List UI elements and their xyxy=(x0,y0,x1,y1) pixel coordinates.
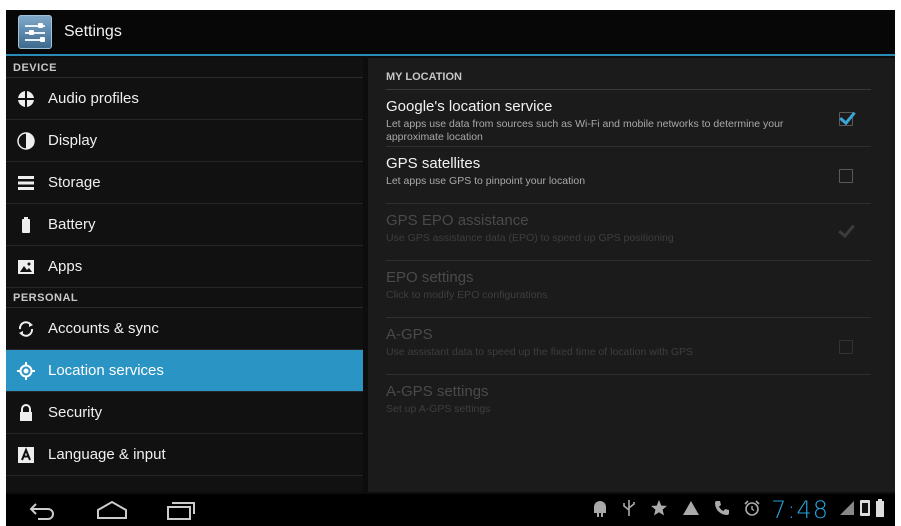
sidebar-item-label: Storage xyxy=(48,174,101,191)
sidebar-item-label: Location services xyxy=(48,362,164,379)
pref-a-gps: A-GPS Use assistant data to speed up the… xyxy=(386,318,871,375)
sidebar-item-display[interactable]: Display xyxy=(6,120,363,162)
sidebar-item-label: Audio profiles xyxy=(48,90,139,107)
sidebar-item-language-input[interactable]: Language & input xyxy=(6,434,363,476)
gps-epo-checkbox xyxy=(839,226,853,240)
settings-app-icon[interactable] xyxy=(18,15,52,49)
pref-summary: Use GPS assistance data (EPO) to speed u… xyxy=(386,232,674,244)
sidebar-item-label: Display xyxy=(48,132,98,149)
apps-icon xyxy=(16,257,36,277)
sidebar-item-storage[interactable]: Storage xyxy=(6,162,363,204)
sidebar-item-label: Language & input xyxy=(48,446,166,463)
sidebar-item-audio-profiles[interactable]: Audio profiles xyxy=(6,78,363,120)
sidebar-item-label: Accounts & sync xyxy=(48,320,159,337)
pref-title: EPO settings xyxy=(386,269,474,286)
pref-summary: Set up A-GPS settings xyxy=(386,403,491,415)
location-icon xyxy=(16,361,36,381)
battery-icon xyxy=(16,215,36,235)
audio-profiles-icon xyxy=(16,89,36,109)
pref-gps-epo-assistance: GPS EPO assistance Use GPS assistance da… xyxy=(386,204,871,261)
sync-icon xyxy=(16,319,36,339)
star-icon xyxy=(650,499,668,522)
language-icon xyxy=(16,445,36,465)
pref-a-gps-settings: A-GPS settings Set up A-GPS settings xyxy=(386,375,871,432)
location-settings-panel: MY LOCATION Google's location service Le… xyxy=(368,58,895,492)
action-bar: Settings xyxy=(6,10,895,56)
category-header-my-location: MY LOCATION xyxy=(386,64,871,90)
app-title: Settings xyxy=(64,23,122,40)
pref-summary: Use assistant data to speed up the fixed… xyxy=(386,346,694,358)
pref-gps-satellites[interactable]: GPS satellites Let apps use GPS to pinpo… xyxy=(386,147,871,204)
phone-call-icon xyxy=(714,500,730,521)
section-header-device: DEVICE xyxy=(6,58,363,78)
status-clock: 7:48 xyxy=(771,496,829,524)
warning-icon xyxy=(682,500,700,521)
a-gps-checkbox xyxy=(839,340,853,354)
alarm-clock-icon xyxy=(744,499,760,521)
back-icon[interactable] xyxy=(28,500,58,525)
pref-title: A-GPS settings xyxy=(386,383,489,400)
pref-summary: Let apps use data from sources such as W… xyxy=(386,118,784,143)
sidebar-item-label: Security xyxy=(48,404,103,421)
home-icon[interactable] xyxy=(96,500,128,525)
sidebar-item-battery[interactable]: Battery xyxy=(6,204,363,246)
battery-status-icon xyxy=(875,498,885,522)
sidebar-item-label: Battery xyxy=(48,216,96,233)
android-debug-icon xyxy=(592,499,608,522)
pref-title: GPS satellites xyxy=(386,155,481,172)
sidebar-item-label: Apps xyxy=(48,258,83,275)
display-icon xyxy=(16,131,36,151)
section-header-personal: PERSONAL xyxy=(6,288,363,308)
status-area[interactable]: 7:48 xyxy=(585,496,887,524)
pref-title: Google's location service xyxy=(386,98,553,115)
pref-title: A-GPS xyxy=(386,326,433,343)
system-navigation-bar: 7:48 xyxy=(6,494,895,526)
gps-satellites-checkbox[interactable] xyxy=(839,169,853,183)
pref-epo-settings: EPO settings Click to modify EPO configu… xyxy=(386,261,871,318)
sidebar-item-security[interactable]: Security xyxy=(6,392,363,434)
storage-icon xyxy=(16,173,36,193)
settings-sidebar: DEVICE Audio profiles Display Storage Ba… xyxy=(6,58,363,492)
usb-icon xyxy=(622,499,636,522)
signal-strength-icon xyxy=(839,500,855,521)
lock-icon xyxy=(16,403,36,423)
sidebar-item-location-services[interactable]: Location services xyxy=(6,350,363,392)
pref-summary: Let apps use GPS to pinpoint your locati… xyxy=(386,175,586,187)
pref-title: GPS EPO assistance xyxy=(386,212,529,229)
tablet-screen: Settings DEVICE Audio profiles Display S… xyxy=(6,10,895,526)
sidebar-item-apps[interactable]: Apps xyxy=(6,246,363,288)
sidebar-item-accounts-sync[interactable]: Accounts & sync xyxy=(6,308,363,350)
pref-google-location-service[interactable]: Google's location service Let apps use d… xyxy=(386,90,871,147)
recent-apps-icon[interactable] xyxy=(166,500,196,525)
pref-summary: Click to modify EPO configurations xyxy=(386,289,548,301)
sim-icon xyxy=(859,499,871,522)
google-location-checkbox[interactable] xyxy=(839,112,853,126)
